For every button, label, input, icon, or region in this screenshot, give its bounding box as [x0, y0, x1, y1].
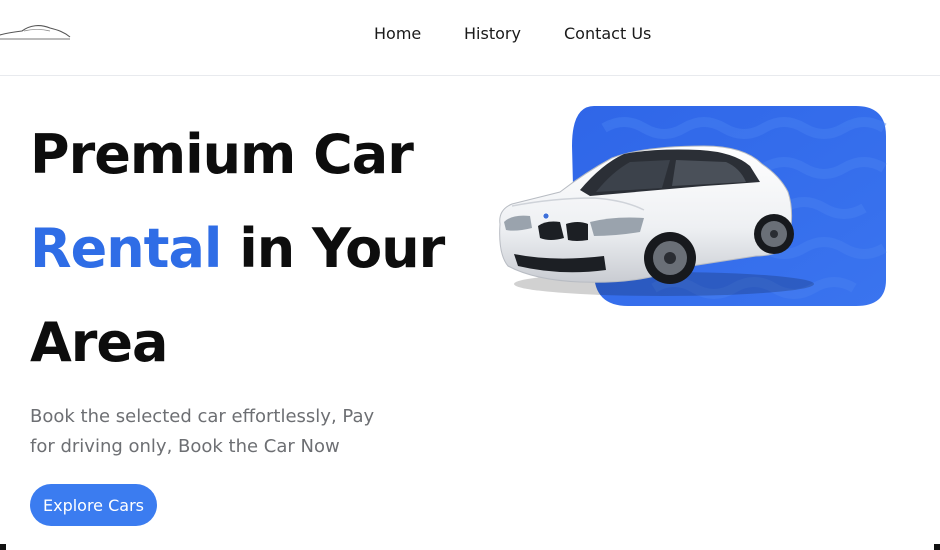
nav-home-link[interactable]: Home: [374, 24, 421, 44]
frame-corner: [934, 544, 940, 550]
nav-contact-link[interactable]: Contact Us: [564, 24, 651, 44]
frame-corner: [0, 544, 6, 550]
hero-subtitle: Book the selected car effortlessly, Pay …: [30, 406, 375, 457]
explore-cars-button[interactable]: Explore Cars: [30, 484, 157, 526]
hero-title: Premium Car Rental in Your Area: [30, 108, 490, 390]
nav-history-link[interactable]: History: [464, 24, 521, 44]
car-logo-icon[interactable]: [0, 20, 74, 44]
page: Home History Contact Us Premium Car Rent…: [0, 0, 940, 550]
site-header: Home History Contact Us: [0, 0, 940, 76]
hero-title-line2: in Your: [221, 217, 445, 280]
hero-title-line1: Premium Car: [30, 123, 414, 186]
hero-title-accent: Rental: [30, 217, 222, 280]
hero-title-line3: Area: [30, 311, 168, 374]
hero-car-image: [499, 106, 887, 306]
